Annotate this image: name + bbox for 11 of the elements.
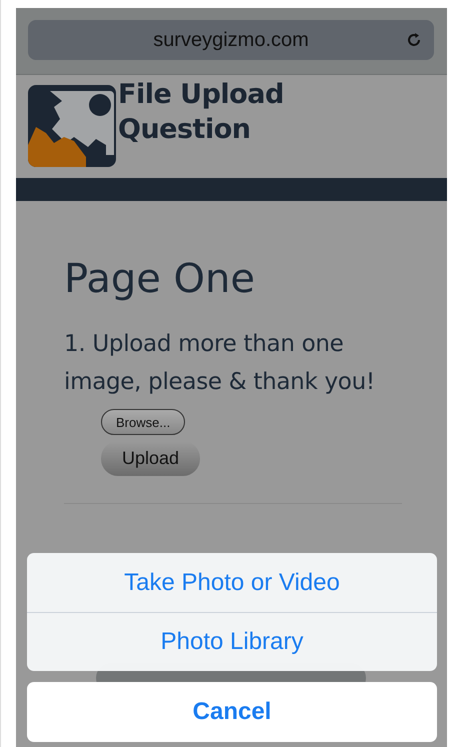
page-heading: Page One	[64, 255, 256, 304]
question-text: 1. Upload more than one image, please & thank you!	[64, 330, 376, 397]
survey-title: File Upload Question	[118, 78, 285, 147]
action-option[interactable]: Photo Library	[27, 612, 437, 671]
browse-button[interactable]: Browse...	[101, 409, 186, 435]
action-option[interactable]: Take Photo or Video	[27, 553, 437, 612]
address-bar[interactable]: surveygizmo.com	[28, 20, 434, 60]
upload-button[interactable]: Upload	[101, 441, 200, 476]
url-text: surveygizmo.com	[153, 28, 309, 52]
gear-logo-icon	[28, 85, 116, 167]
cancel-button[interactable]: Cancel	[27, 682, 437, 742]
